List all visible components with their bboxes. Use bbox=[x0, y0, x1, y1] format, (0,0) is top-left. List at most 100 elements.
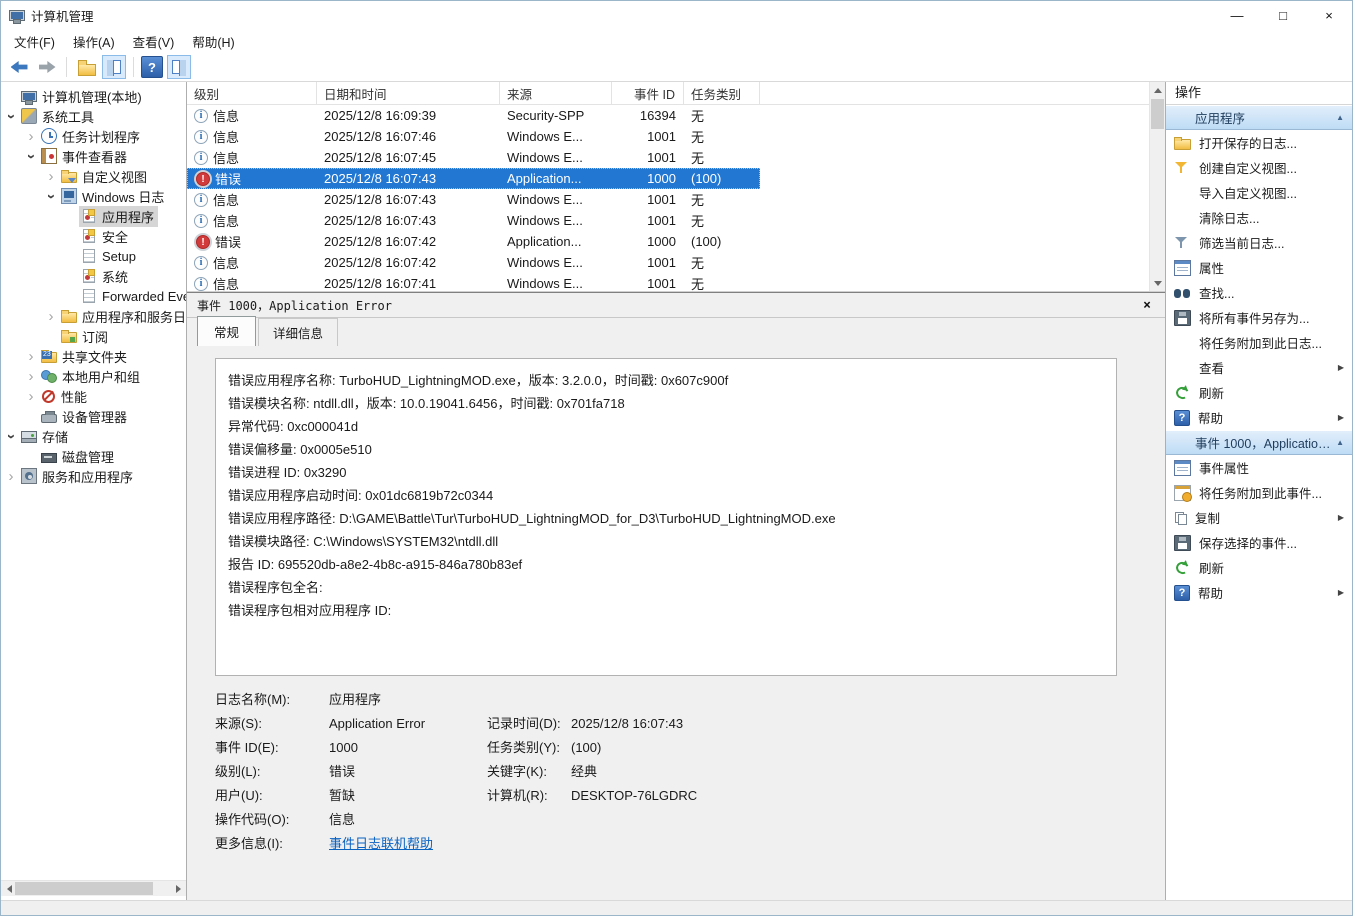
tree-expand-arrow[interactable] bbox=[23, 148, 39, 165]
tree-expand-arrow[interactable] bbox=[23, 128, 39, 145]
tree-item[interactable]: 计算机管理(本地) bbox=[1, 86, 186, 106]
tree-expand-arrow[interactable] bbox=[23, 388, 39, 405]
scroll-down-icon[interactable] bbox=[1150, 275, 1165, 291]
tree-expand-arrow[interactable] bbox=[43, 188, 59, 205]
tree-item[interactable]: 服务和应用程序 bbox=[1, 466, 186, 486]
menu-item[interactable]: 帮助(H) bbox=[183, 29, 243, 54]
event-category: 无 bbox=[684, 127, 760, 146]
tree-item[interactable]: 性能 bbox=[1, 386, 186, 406]
action-item[interactable]: 刷新 bbox=[1166, 555, 1352, 580]
event-row[interactable]: 信息 2025/12/8 16:07:45 Windows E... 1001 … bbox=[187, 147, 760, 168]
tree-item[interactable]: 系统 bbox=[1, 266, 186, 286]
show-console-tree-icon[interactable] bbox=[102, 55, 126, 79]
action-item[interactable]: 事件属性 bbox=[1166, 455, 1352, 480]
tree-item[interactable]: 自定义视图 bbox=[1, 166, 186, 186]
detail-tab[interactable]: 详细信息 bbox=[258, 318, 338, 346]
action-item[interactable]: 导入自定义视图... bbox=[1166, 180, 1352, 205]
tree-item[interactable]: 事件查看器 bbox=[1, 146, 186, 166]
menu-item[interactable]: 查看(V) bbox=[124, 29, 184, 54]
action-item[interactable]: 复制 ▶ bbox=[1166, 505, 1352, 530]
tree-item[interactable]: 本地用户和组 bbox=[1, 366, 186, 386]
action-item[interactable]: 将任务附加到此日志... bbox=[1166, 330, 1352, 355]
app-log-icon bbox=[83, 269, 95, 283]
event-category: 无 bbox=[684, 211, 760, 230]
tree-expand-arrow[interactable] bbox=[3, 468, 19, 485]
column-header-datetime[interactable]: 日期和时间 bbox=[317, 82, 500, 104]
action-item[interactable]: 应用程序 ▲ bbox=[1166, 105, 1352, 130]
event-row[interactable]: 信息 2025/12/8 16:07:46 Windows E... 1001 … bbox=[187, 126, 760, 147]
scroll-right-icon[interactable] bbox=[170, 881, 186, 897]
close-detail-icon[interactable]: × bbox=[1143, 298, 1151, 313]
close-button[interactable]: × bbox=[1306, 1, 1352, 29]
back-icon[interactable] bbox=[7, 55, 31, 79]
event-row[interactable]: 信息 2025/12/8 16:07:43 Windows E... 1001 … bbox=[187, 210, 760, 231]
tree-item[interactable]: 共享文件夹 bbox=[1, 346, 186, 366]
folder-icon bbox=[61, 312, 77, 323]
help-icon[interactable] bbox=[141, 56, 163, 78]
scrollbar-thumb[interactable] bbox=[15, 882, 153, 895]
event-row[interactable]: 信息 2025/12/8 16:09:39 Security-SPP 16394… bbox=[187, 105, 760, 126]
tree-item-label: 事件查看器 bbox=[62, 147, 127, 166]
event-description-line: 错误应用程序路径: D:\GAME\Battle\Tur\TurboHUD_Li… bbox=[228, 507, 1104, 530]
tree-item[interactable]: 存储 bbox=[1, 426, 186, 446]
event-row[interactable]: 错误 2025/12/8 16:07:43 Application... 100… bbox=[187, 168, 760, 189]
tree-expand-arrow[interactable] bbox=[23, 368, 39, 385]
column-header-event-id[interactable]: 事件 ID bbox=[612, 82, 684, 104]
tree-item[interactable]: 磁盘管理 bbox=[1, 446, 186, 466]
action-item[interactable]: 筛选当前日志... bbox=[1166, 230, 1352, 255]
maximize-button[interactable]: □ bbox=[1260, 1, 1306, 29]
action-item[interactable]: 清除日志... bbox=[1166, 205, 1352, 230]
tree-item[interactable]: 订阅 bbox=[1, 326, 186, 346]
event-row[interactable]: 错误 2025/12/8 16:07:42 Application... 100… bbox=[187, 231, 760, 252]
action-item[interactable]: 创建自定义视图... bbox=[1166, 155, 1352, 180]
tree-expand-arrow[interactable] bbox=[3, 108, 19, 125]
tree-item[interactable]: 应用程序 bbox=[1, 206, 186, 226]
scrollbar-thumb[interactable] bbox=[1151, 99, 1164, 129]
action-item[interactable]: 查看 ▶ bbox=[1166, 355, 1352, 380]
event-row[interactable]: 信息 2025/12/8 16:07:41 Windows E... 1001 … bbox=[187, 273, 760, 292]
minimize-button[interactable]: — bbox=[1214, 1, 1260, 29]
menu-item[interactable]: 文件(F) bbox=[5, 29, 64, 54]
action-item[interactable]: 属性 bbox=[1166, 255, 1352, 280]
tree-expand-arrow[interactable] bbox=[43, 168, 59, 185]
action-item[interactable]: 查找... bbox=[1166, 280, 1352, 305]
event-datetime: 2025/12/8 16:07:46 bbox=[317, 129, 500, 144]
tree-item[interactable]: 系统工具 bbox=[1, 106, 186, 126]
tree-item[interactable]: 应用程序和服务日志 bbox=[1, 306, 186, 326]
tree-expand-arrow[interactable] bbox=[23, 348, 39, 365]
tree-item[interactable]: 任务计划程序 bbox=[1, 126, 186, 146]
scroll-up-icon[interactable] bbox=[1150, 82, 1165, 98]
separator[interactable] bbox=[130, 55, 137, 79]
tree-item[interactable]: 设备管理器 bbox=[1, 406, 186, 426]
separator[interactable] bbox=[63, 55, 70, 79]
column-header-source[interactable]: 来源 bbox=[500, 82, 612, 104]
event-level: 信息 bbox=[213, 127, 239, 146]
tree-item[interactable]: 安全 bbox=[1, 226, 186, 246]
action-item[interactable]: 刷新 bbox=[1166, 380, 1352, 405]
action-item[interactable]: 帮助 ▶ bbox=[1166, 405, 1352, 430]
action-item-label: 创建自定义视图... bbox=[1199, 158, 1297, 177]
column-header-category[interactable]: 任务类别 bbox=[684, 82, 760, 104]
tree-item[interactable]: Forwarded Eve bbox=[1, 286, 186, 306]
show-action-pane-icon[interactable] bbox=[167, 55, 191, 79]
tree-item[interactable]: Setup bbox=[1, 246, 186, 266]
menu-item[interactable]: 操作(A) bbox=[64, 29, 124, 54]
action-item[interactable]: 帮助 ▶ bbox=[1166, 580, 1352, 605]
action-item[interactable]: 打开保存的日志... bbox=[1166, 130, 1352, 155]
column-header-level[interactable]: 级别 bbox=[187, 82, 317, 104]
tree-expand-arrow[interactable] bbox=[43, 308, 59, 325]
tree-horizontal-scrollbar[interactable] bbox=[1, 880, 186, 896]
event-row[interactable]: 信息 2025/12/8 16:07:43 Windows E... 1001 … bbox=[187, 189, 760, 210]
forward-icon[interactable] bbox=[35, 55, 59, 79]
tree-expand-arrow[interactable] bbox=[3, 428, 19, 445]
action-item[interactable]: 将任务附加到此事件... bbox=[1166, 480, 1352, 505]
event-row[interactable]: 信息 2025/12/8 16:07:42 Windows E... 1001 … bbox=[187, 252, 760, 273]
export-log-icon[interactable] bbox=[74, 55, 98, 79]
action-item[interactable]: 事件 1000，Application E... ▲ bbox=[1166, 430, 1352, 455]
action-item[interactable]: 保存选择的事件... bbox=[1166, 530, 1352, 555]
tree-item[interactable]: Windows 日志 bbox=[1, 186, 186, 206]
action-item[interactable]: 将所有事件另存为... bbox=[1166, 305, 1352, 330]
action-item-label: 帮助 bbox=[1198, 583, 1223, 602]
detail-tab[interactable]: 常规 bbox=[197, 316, 256, 346]
event-list-scrollbar[interactable] bbox=[1149, 82, 1165, 291]
